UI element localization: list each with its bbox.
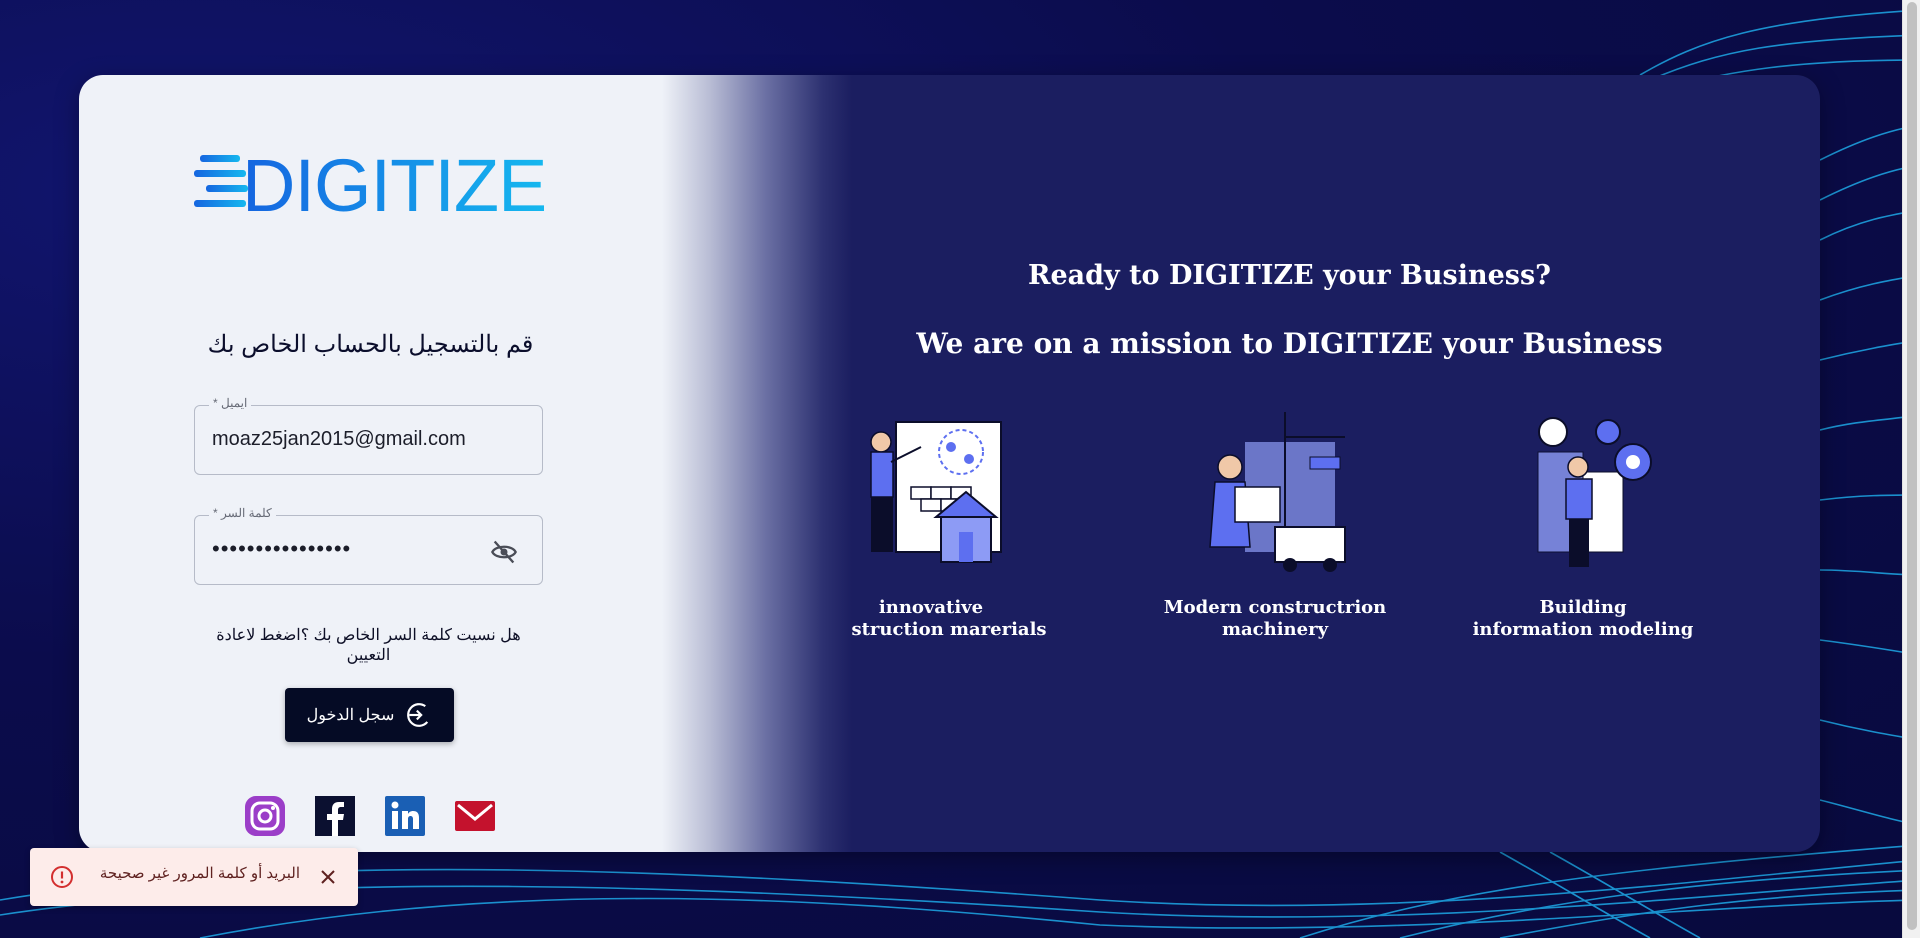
login-icon (407, 703, 432, 727)
login-button[interactable]: سجل الدخول (285, 688, 454, 742)
feature-bim: Building information modeling (1463, 407, 1703, 641)
feature-caption: Modern constructrion machinery (1163, 597, 1387, 640)
construction-materials-illustration (870, 421, 1002, 563)
digitize-logo: DIGITIZE (194, 145, 544, 225)
scrollbar-thumb[interactable] (1907, 2, 1917, 930)
error-outline-icon (51, 866, 73, 888)
forgot-password-link[interactable]: هل نسيت كلمة السر الخاص بك ؟اضغط لاعادة … (194, 625, 543, 665)
svg-text:DIGITIZE: DIGITIZE (242, 145, 544, 225)
panel-divider-gradient (662, 75, 852, 852)
feature-machinery: Modern constructrion machinery (1155, 407, 1395, 641)
construction-machinery-illustration (1209, 412, 1346, 572)
password-label: كلمة السر * (209, 506, 276, 520)
instagram-icon[interactable] (244, 795, 286, 837)
login-panel: DIGITIZE قم بالتسجيل بالحساب الخاص بك اي… (79, 75, 662, 852)
facebook-icon[interactable] (314, 795, 356, 837)
error-message: البريد أو كلمة المرور غير صحيحة (99, 865, 300, 882)
close-icon[interactable] (318, 867, 338, 887)
page-scrollbar[interactable] (1902, 0, 1920, 938)
email-value[interactable]: moaz25jan2015@gmail.com (212, 428, 466, 451)
login-title: قم بالتسجيل بالحساب الخاص بك (207, 331, 534, 358)
linkedin-icon[interactable] (384, 795, 426, 837)
error-toast: البريد أو كلمة المرور غير صحيحة (30, 848, 358, 906)
email-field[interactable]: ايميل * moaz25jan2015@gmail.com (194, 396, 543, 475)
feature-caption: Building information modeling (1472, 597, 1694, 640)
email-icon[interactable] (454, 795, 496, 837)
password-field[interactable]: كلمة السر * •••••••••••••••• (194, 506, 543, 585)
hero-subheading: We are on a mission to DIGITIZE your Bus… (916, 327, 1663, 360)
hero-panel: Ready to DIGITIZE your Business? We are … (759, 75, 1820, 852)
eye-off-icon[interactable] (490, 538, 518, 566)
login-button-label: سجل الدخول (306, 707, 395, 724)
building-information-modeling-illustration (1537, 417, 1652, 567)
password-value[interactable]: •••••••••••••••• (212, 536, 351, 562)
login-card: Ready to DIGITIZE your Business? We are … (79, 75, 1820, 852)
hero-heading: Ready to DIGITIZE your Business? (1028, 260, 1551, 291)
email-label: ايميل * (209, 396, 252, 410)
